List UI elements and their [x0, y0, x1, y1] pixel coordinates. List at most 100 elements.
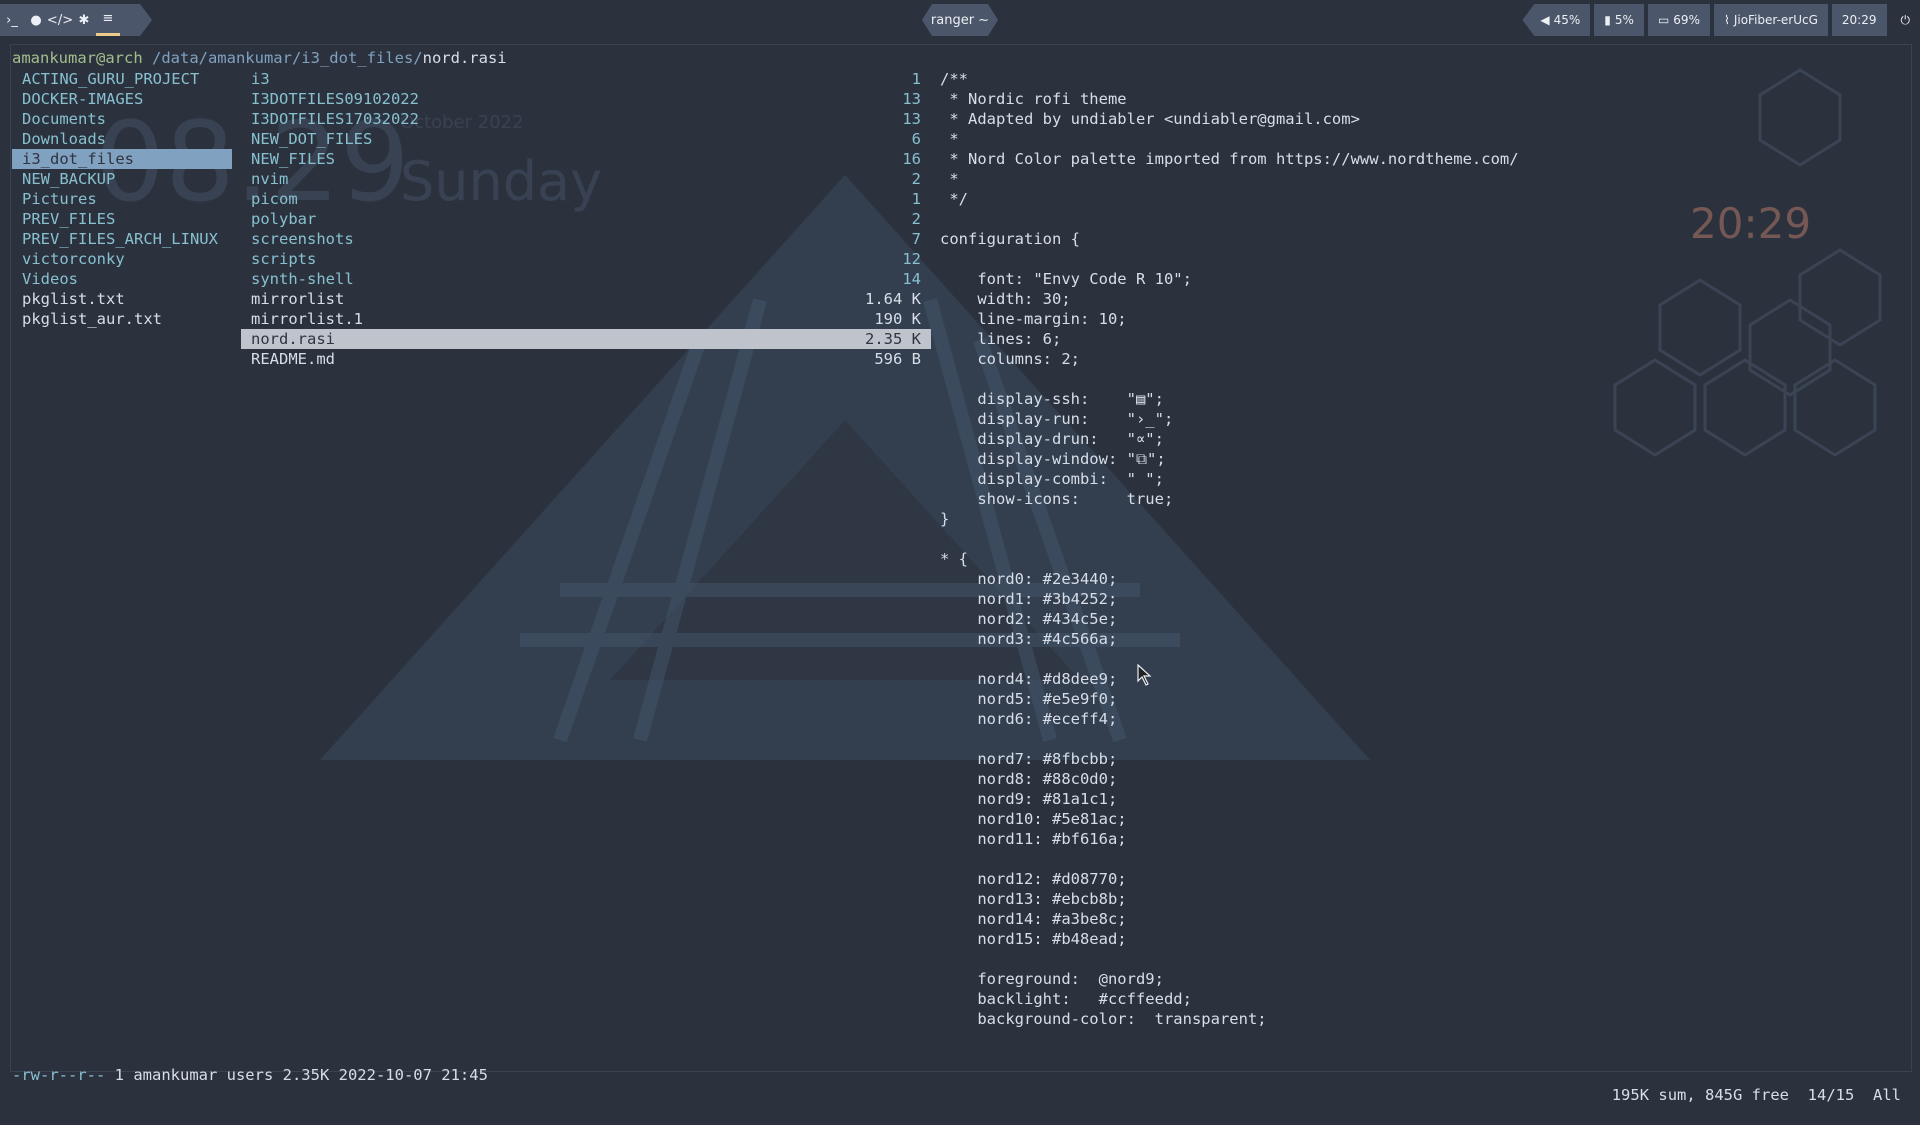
preview-line: display-combi: " ";: [940, 469, 1640, 489]
file-permissions: -rw-r--r-- 1 amankumar users 2.35K 2022-…: [12, 1065, 488, 1085]
file-preview: /** * Nordic rofi theme * Adapted by und…: [940, 69, 1640, 1029]
directory-entry[interactable]: I3DOTFILES0910202213: [241, 89, 931, 109]
file-entry[interactable]: mirrorlist1.64 K: [241, 289, 931, 309]
preview-line: nord8: #88c0d0;: [940, 769, 1640, 789]
entry-name: DOCKER-IMAGES: [22, 89, 143, 109]
preview-line: font: "Envy Code R 10";: [940, 269, 1640, 289]
directory-entry[interactable]: PREV_FILES: [12, 209, 232, 229]
workspace-code-icon[interactable]: </>: [48, 4, 72, 36]
preview-line: * Nord Color palette imported from https…: [940, 149, 1640, 169]
preview-line: [940, 369, 1640, 389]
entry-name: PREV_FILES: [22, 209, 115, 229]
power-button[interactable]: ⏻: [1891, 4, 1920, 36]
battery-module: ▭ 69%: [1648, 4, 1710, 36]
entry-name: I3DOTFILES09102022: [251, 89, 419, 109]
clock-module: 20:29: [1832, 4, 1887, 36]
current-directory-column: i31I3DOTFILES0910202213I3DOTFILES1703202…: [241, 69, 931, 369]
entry-size: 190 K: [874, 309, 921, 329]
workspace-firefox-icon[interactable]: ●: [24, 4, 48, 36]
file-entry[interactable]: README.md596 B: [241, 349, 931, 369]
speaker-icon: ◀: [1540, 13, 1549, 27]
preview-line: }: [940, 509, 1640, 529]
entry-name: mirrorlist: [251, 289, 344, 309]
preview-line: width: 30;: [940, 289, 1640, 309]
entry-name: nvim: [251, 169, 288, 189]
directory-entry[interactable]: screenshots7: [241, 229, 931, 249]
directory-entry[interactable]: I3DOTFILES1703202213: [241, 109, 931, 129]
entry-name: NEW_DOT_FILES: [251, 129, 372, 149]
directory-entry[interactable]: polybar2: [241, 209, 931, 229]
preview-line: /**: [940, 69, 1640, 89]
directory-entry[interactable]: ACTING_GURU_PROJECT: [12, 69, 232, 89]
preview-line: nord10: #5e81ac;: [940, 809, 1640, 829]
preview-line: display-run: "›_";: [940, 409, 1640, 429]
preview-line: [940, 249, 1640, 269]
entry-name: Downloads: [22, 129, 106, 149]
battery-icon: ▭: [1658, 13, 1669, 27]
preview-line: *: [940, 129, 1640, 149]
entry-size: 12: [902, 249, 921, 269]
entry-name: pkglist.txt: [22, 289, 125, 309]
directory-entry[interactable]: synth-shell14: [241, 269, 931, 289]
entry-size: 2: [912, 209, 921, 229]
entry-size: 16: [902, 149, 921, 169]
parent-directory-column: ACTING_GURU_PROJECTDOCKER-IMAGESDocument…: [12, 69, 232, 329]
preview-line: nord11: #bf616a;: [940, 829, 1640, 849]
directory-entry[interactable]: nvim2: [241, 169, 931, 189]
directory-entry[interactable]: PREV_FILES_ARCH_LINUX: [12, 229, 232, 249]
preview-line: nord3: #4c566a;: [940, 629, 1640, 649]
file-info: 1 amankumar users 2.35K 2022-10-07 21:45: [105, 1066, 488, 1084]
preview-line: background-color: transparent;: [940, 1009, 1640, 1029]
entry-name: README.md: [251, 349, 335, 369]
path-directory: /data/amankumar/i3_dot_files/: [143, 49, 423, 67]
file-entry[interactable]: pkglist.txt: [12, 289, 232, 309]
directory-entry[interactable]: Pictures: [12, 189, 232, 209]
directory-entry[interactable]: NEW_FILES16: [241, 149, 931, 169]
entry-size: 13: [902, 109, 921, 129]
directory-entry[interactable]: Documents: [12, 109, 232, 129]
volume-module[interactable]: ◀ 45%: [1522, 4, 1590, 36]
preview-line: [940, 729, 1640, 749]
entry-name: i3: [251, 69, 270, 89]
volume-value: 45%: [1554, 13, 1581, 27]
brightness-value: 5%: [1615, 13, 1634, 27]
directory-entry[interactable]: NEW_DOT_FILES6: [241, 129, 931, 149]
top-bar: ›_ ● </> ✱ ≡ ranger ~ ◀ 45% ▮ 5% ▭ 69% ⌇…: [0, 0, 1920, 40]
power-icon: ⏻: [1901, 13, 1911, 28]
entry-name: Documents: [22, 109, 106, 129]
status-modules: ◀ 45% ▮ 5% ▭ 69% ⌇ JioFiber-erUcG 20:29 …: [1518, 4, 1920, 36]
workspace-terminal-icon[interactable]: ›_: [0, 4, 24, 36]
preview-line: [940, 649, 1640, 669]
directory-entry[interactable]: NEW_BACKUP: [12, 169, 232, 189]
directory-entry[interactable]: i31: [241, 69, 931, 89]
directory-entry[interactable]: Videos: [12, 269, 232, 289]
directory-entry[interactable]: victorconky: [12, 249, 232, 269]
wifi-module[interactable]: ⌇ JioFiber-erUcG: [1714, 4, 1828, 36]
entry-name: screenshots: [251, 229, 354, 249]
preview-line: foreground: @nord9;: [940, 969, 1640, 989]
workspace-menu-icon[interactable]: ≡: [96, 4, 120, 36]
entry-name: pkglist_aur.txt: [22, 309, 162, 329]
preview-line: */: [940, 189, 1640, 209]
clock-value: 20:29: [1842, 13, 1877, 27]
workspace-gear-icon[interactable]: ✱: [72, 4, 96, 36]
ranger-terminal[interactable]: amankumar@arch /data/amankumar/i3_dot_fi…: [10, 44, 1912, 1072]
wifi-icon: ⌇: [1724, 13, 1730, 27]
directory-entry[interactable]: Downloads: [12, 129, 232, 149]
preview-line: nord9: #81a1c1;: [940, 789, 1640, 809]
file-entry[interactable]: nord.rasi2.35 K: [241, 329, 931, 349]
file-entry[interactable]: pkglist_aur.txt: [12, 309, 232, 329]
file-entry[interactable]: mirrorlist.1190 K: [241, 309, 931, 329]
preview-line: nord7: #8fbcbb;: [940, 749, 1640, 769]
brightness-module[interactable]: ▮ 5%: [1594, 4, 1644, 36]
preview-line: configuration {: [940, 229, 1640, 249]
directory-entry[interactable]: scripts12: [241, 249, 931, 269]
directory-entry[interactable]: i3_dot_files: [12, 149, 232, 169]
preview-line: display-window: "⧉";: [940, 449, 1640, 469]
directory-entry[interactable]: picom1: [241, 189, 931, 209]
directory-entry[interactable]: DOCKER-IMAGES: [12, 89, 232, 109]
brightness-icon: ▮: [1604, 13, 1611, 27]
window-title: ranger ~: [922, 4, 998, 36]
preview-line: backlight: #ccffeedd;: [940, 989, 1640, 1009]
preview-line: [940, 209, 1640, 229]
